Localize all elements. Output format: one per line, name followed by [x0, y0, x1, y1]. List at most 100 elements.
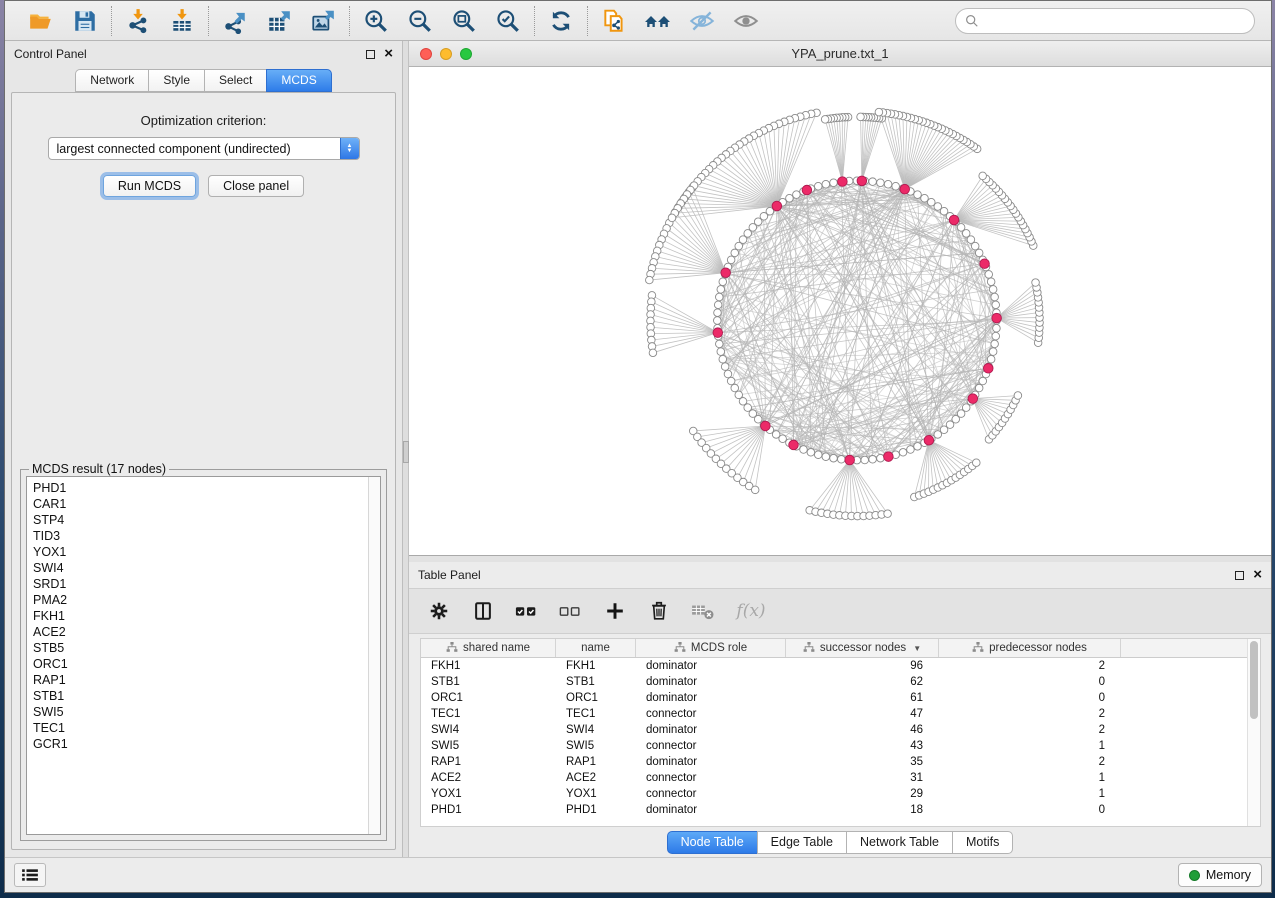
show-all-icon[interactable]	[732, 7, 760, 35]
table-row[interactable]: YOX1YOX1connector291	[421, 786, 1247, 802]
cell-MCDS-role[interactable]: connector	[636, 772, 786, 784]
cell-shared-name[interactable]: PHD1	[421, 804, 556, 816]
cell-successor-nodes[interactable]: 43	[786, 740, 939, 752]
cell-successor-nodes[interactable]: 29	[786, 788, 939, 800]
task-history-button[interactable]	[14, 863, 46, 887]
cell-MCDS-role[interactable]: dominator	[636, 676, 786, 688]
result-node-item[interactable]: FKH1	[33, 608, 368, 624]
close-table-panel-icon[interactable]: ×	[1253, 570, 1262, 580]
table-row[interactable]: SWI5SWI5connector431	[421, 738, 1247, 754]
cell-shared-name[interactable]: RAP1	[421, 756, 556, 768]
close-panel-icon[interactable]: ×	[384, 49, 393, 59]
column-header-shared-name[interactable]: shared name	[421, 639, 556, 657]
cell-successor-nodes[interactable]: 61	[786, 692, 939, 704]
cell-predecessor-nodes[interactable]: 0	[939, 692, 1121, 704]
result-node-item[interactable]: ORC1	[33, 656, 368, 672]
result-node-item[interactable]: TID3	[33, 528, 368, 544]
result-node-item[interactable]: STP4	[33, 512, 368, 528]
column-header-MCDS-role[interactable]: MCDS role	[636, 639, 786, 657]
cell-predecessor-nodes[interactable]: 2	[939, 756, 1121, 768]
result-node-item[interactable]: STB1	[33, 688, 368, 704]
cell-shared-name[interactable]: SWI4	[421, 724, 556, 736]
cell-name[interactable]: STB1	[556, 676, 636, 688]
zoom-fit-icon[interactable]	[450, 7, 478, 35]
cell-name[interactable]: YOX1	[556, 788, 636, 800]
cell-shared-name[interactable]: STB1	[421, 676, 556, 688]
result-node-item[interactable]: SRD1	[33, 576, 368, 592]
zoom-in-icon[interactable]	[362, 7, 390, 35]
cell-name[interactable]: RAP1	[556, 756, 636, 768]
cell-successor-nodes[interactable]: 46	[786, 724, 939, 736]
search-box[interactable]	[955, 8, 1255, 34]
select-all-icon[interactable]	[515, 599, 539, 623]
cell-successor-nodes[interactable]: 62	[786, 676, 939, 688]
table-row[interactable]: PHD1PHD1dominator180	[421, 802, 1247, 818]
cell-successor-nodes[interactable]: 96	[786, 660, 939, 672]
cell-name[interactable]: SWI5	[556, 740, 636, 752]
cell-MCDS-role[interactable]: dominator	[636, 692, 786, 704]
cell-predecessor-nodes[interactable]: 1	[939, 772, 1121, 784]
result-node-item[interactable]: RAP1	[33, 672, 368, 688]
search-input[interactable]	[979, 14, 1245, 28]
cell-successor-nodes[interactable]: 31	[786, 772, 939, 784]
result-node-item[interactable]: SWI4	[33, 560, 368, 576]
tab-network-table[interactable]: Network Table	[846, 831, 952, 854]
save-session-icon[interactable]	[71, 7, 99, 35]
tab-node-table[interactable]: Node Table	[667, 831, 757, 854]
result-node-item[interactable]: ACE2	[33, 624, 368, 640]
table-row[interactable]: STB1STB1dominator620	[421, 674, 1247, 690]
run-mcds-button[interactable]: Run MCDS	[103, 175, 196, 197]
cell-successor-nodes[interactable]: 35	[786, 756, 939, 768]
cell-name[interactable]: FKH1	[556, 660, 636, 672]
refresh-icon[interactable]	[547, 7, 575, 35]
table-row[interactable]: ACE2ACE2connector311	[421, 770, 1247, 786]
cell-name[interactable]: ORC1	[556, 692, 636, 704]
toggle-columns-icon[interactable]	[471, 599, 495, 623]
import-table-icon[interactable]	[168, 7, 196, 35]
result-node-item[interactable]: GCR1	[33, 736, 368, 752]
float-table-panel-icon[interactable]	[1235, 571, 1244, 580]
column-header-predecessor-nodes[interactable]: predecessor nodes	[939, 639, 1121, 657]
cell-MCDS-role[interactable]: connector	[636, 740, 786, 752]
open-file-icon[interactable]	[27, 7, 55, 35]
cell-shared-name[interactable]: FKH1	[421, 660, 556, 672]
cell-MCDS-role[interactable]: dominator	[636, 660, 786, 672]
cell-predecessor-nodes[interactable]: 2	[939, 708, 1121, 720]
table-scrollbar[interactable]	[1247, 639, 1260, 826]
tab-style[interactable]: Style	[148, 69, 204, 92]
splitter-grip[interactable]	[403, 441, 409, 463]
tab-select[interactable]: Select	[204, 69, 266, 92]
zoom-out-icon[interactable]	[406, 7, 434, 35]
cell-MCDS-role[interactable]: dominator	[636, 724, 786, 736]
cell-name[interactable]: PHD1	[556, 804, 636, 816]
cell-predecessor-nodes[interactable]: 0	[939, 804, 1121, 816]
tab-mcds[interactable]: MCDS	[266, 69, 331, 92]
first-neighbors-icon[interactable]	[644, 7, 672, 35]
window-close-icon[interactable]	[420, 48, 432, 60]
mcds-result-list[interactable]: PHD1CAR1STP4TID3YOX1SWI4SRD1PMA2FKH1ACE2…	[26, 476, 381, 835]
import-network-icon[interactable]	[124, 7, 152, 35]
cell-successor-nodes[interactable]: 47	[786, 708, 939, 720]
cell-shared-name[interactable]: ORC1	[421, 692, 556, 704]
cell-predecessor-nodes[interactable]: 0	[939, 676, 1121, 688]
cell-MCDS-role[interactable]: connector	[636, 708, 786, 720]
criterion-select[interactable]: largest connected component (undirected)…	[48, 137, 360, 160]
cell-shared-name[interactable]: SWI5	[421, 740, 556, 752]
cell-name[interactable]: ACE2	[556, 772, 636, 784]
result-node-item[interactable]: STB5	[33, 640, 368, 656]
cell-shared-name[interactable]: YOX1	[421, 788, 556, 800]
result-node-item[interactable]: YOX1	[33, 544, 368, 560]
float-panel-icon[interactable]	[366, 50, 375, 59]
table-row[interactable]: SWI4SWI4dominator462	[421, 722, 1247, 738]
result-node-item[interactable]: CAR1	[33, 496, 368, 512]
result-node-item[interactable]: PHD1	[33, 480, 368, 496]
tab-edge-table[interactable]: Edge Table	[757, 831, 846, 854]
network-window-titlebar[interactable]: YPA_prune.txt_1	[409, 41, 1271, 67]
tab-motifs[interactable]: Motifs	[952, 831, 1013, 854]
result-node-item[interactable]: SWI5	[33, 704, 368, 720]
add-column-icon[interactable]	[603, 599, 627, 623]
result-node-item[interactable]: PMA2	[33, 592, 368, 608]
cell-predecessor-nodes[interactable]: 2	[939, 724, 1121, 736]
cell-name[interactable]: TEC1	[556, 708, 636, 720]
table-scrollbar-thumb[interactable]	[1250, 641, 1258, 719]
